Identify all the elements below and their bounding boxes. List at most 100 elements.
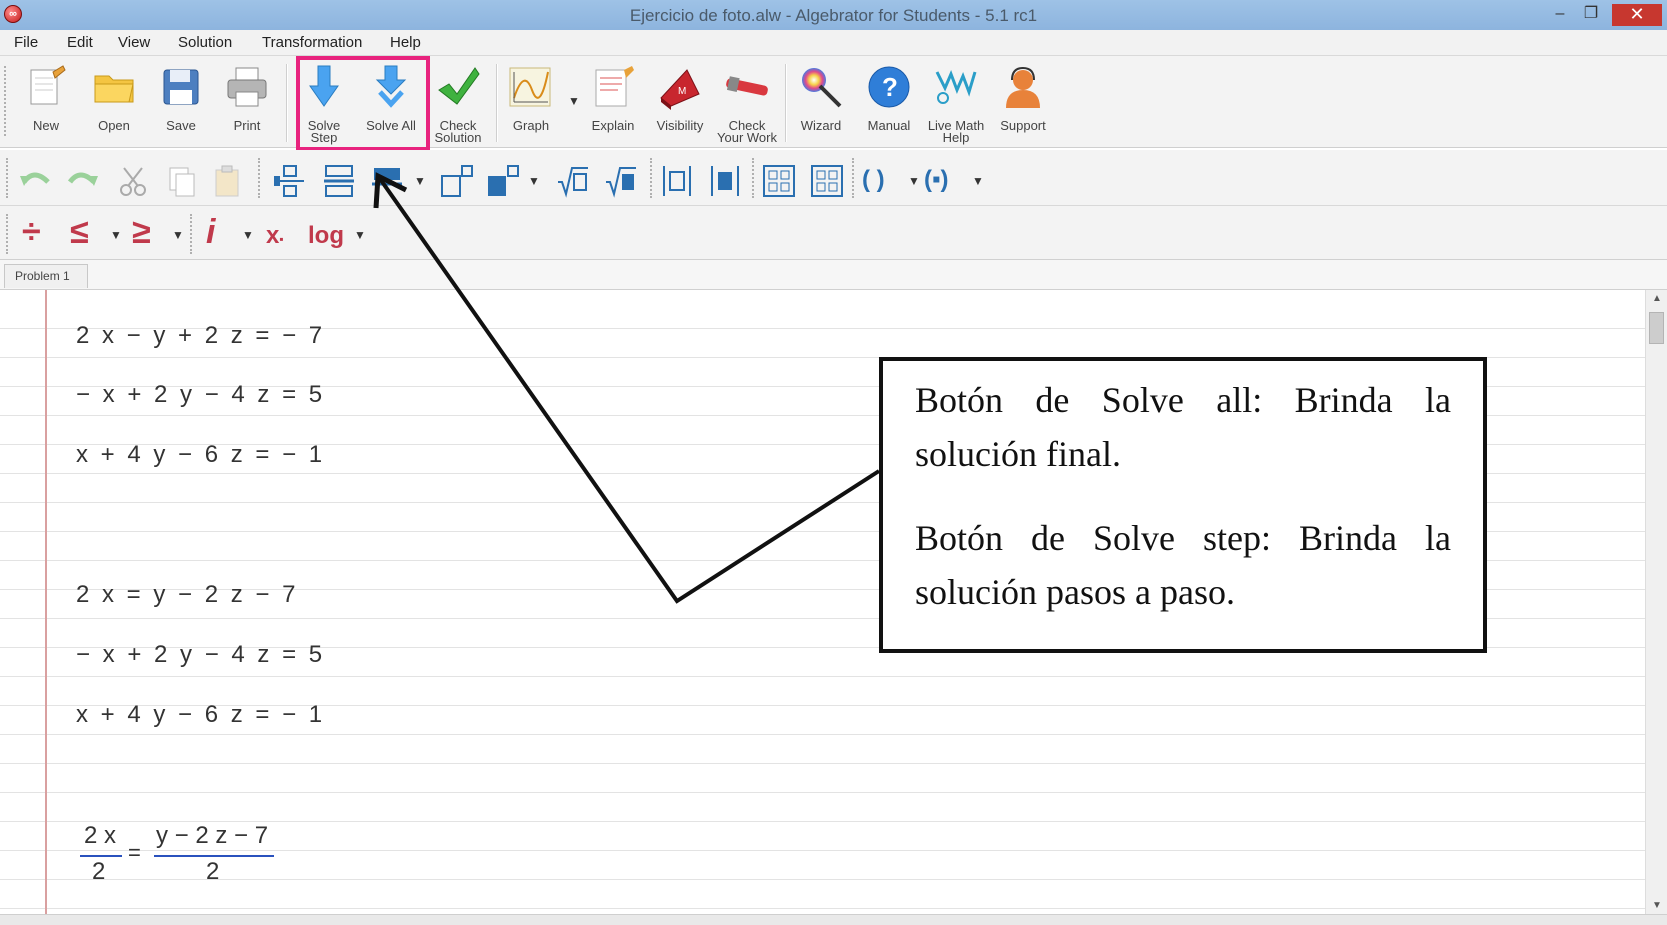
matrix-filled-icon[interactable] — [810, 164, 844, 198]
equation-line[interactable]: x + 4 y − 6 z = − 1 — [76, 441, 325, 469]
fraction-right-numerator: y − 2 z − 7 — [156, 822, 269, 849]
bracket-dropdown-icon[interactable]: ▼ — [972, 174, 984, 188]
redo-icon[interactable] — [66, 164, 100, 198]
annotation-solve-step-text: Botón de Solve step: Brinda la solución … — [915, 518, 1451, 612]
menu-help[interactable]: Help — [390, 34, 421, 51]
less-equal-dropdown-icon[interactable]: ▼ — [110, 228, 122, 242]
fraction-split-icon[interactable] — [272, 164, 306, 198]
matrix-icon[interactable] — [762, 164, 796, 198]
problem-tabs: Problem 1 — [0, 260, 1667, 290]
main-toolbar: New Open Save Print Solve Step Solve All… — [0, 56, 1667, 148]
scroll-up-arrow-icon[interactable]: ▲ — [1646, 290, 1667, 308]
cut-icon[interactable] — [116, 164, 150, 198]
support-person-icon — [1006, 66, 1040, 108]
equation-line[interactable]: − x + 2 y − 4 z = 5 — [76, 641, 325, 669]
check-solution-label: Check Solution — [421, 119, 495, 145]
toolbar-grip — [190, 214, 194, 254]
scroll-down-arrow-icon[interactable]: ▼ — [1646, 897, 1667, 915]
manual-button[interactable]: ? Manual — [858, 60, 920, 144]
imaginary-button[interactable]: i — [206, 214, 215, 250]
toolbar-grip — [258, 158, 262, 198]
check-your-work-button[interactable]: Check Your Work — [716, 60, 778, 144]
help-question-icon: ? — [868, 66, 910, 108]
parentheses-button[interactable]: ( ) — [862, 166, 885, 194]
menu-file[interactable]: File — [14, 34, 38, 51]
log-button[interactable]: log — [308, 222, 344, 250]
power-icon[interactable] — [486, 164, 520, 198]
less-equal-button[interactable]: ≤ — [70, 214, 89, 250]
graph-dropdown-icon[interactable]: ▼ — [568, 94, 580, 108]
folder-icon — [94, 75, 134, 103]
menu-edit[interactable]: Edit — [67, 34, 93, 51]
fraction-left-denominator: 2 — [92, 858, 106, 885]
graph-icon — [509, 67, 551, 107]
explain-label: Explain — [591, 118, 635, 133]
menu-solution[interactable]: Solution — [178, 34, 232, 51]
fraction-equation[interactable]: 2 x 2 = y − 2 z − 7 2 — [80, 822, 280, 892]
new-button[interactable]: New — [15, 60, 77, 144]
subscript-marker-icon: ▪ — [279, 232, 284, 246]
save-button[interactable]: Save — [150, 60, 212, 144]
fraction-icon[interactable] — [322, 164, 356, 198]
bracket-button[interactable]: (▪) — [924, 166, 949, 194]
minimize-button[interactable]: ‒ — [1545, 4, 1575, 26]
manual-label: Manual — [867, 118, 911, 133]
open-label: Open — [98, 118, 130, 133]
fraction-dropdown-icon[interactable]: ▼ — [414, 174, 426, 188]
nth-root-icon[interactable] — [604, 164, 638, 198]
power-dropdown-icon[interactable]: ▼ — [528, 174, 540, 188]
vertical-scrollbar[interactable]: ▲ ▼ — [1645, 290, 1667, 915]
live-math-help-icon — [935, 69, 977, 104]
absolute-value-filled-icon[interactable] — [708, 164, 742, 198]
equation-line[interactable]: x + 4 y − 6 z = − 1 — [76, 701, 325, 729]
maximize-button[interactable]: ❐ — [1576, 4, 1606, 26]
menu-view[interactable]: View — [118, 34, 150, 51]
subscript-button[interactable]: x▪ — [266, 222, 284, 250]
support-button[interactable]: Support — [992, 60, 1054, 144]
equation-line[interactable]: − x + 2 y − 4 z = 5 — [76, 381, 325, 409]
parentheses-dropdown-icon[interactable]: ▼ — [908, 174, 920, 188]
graph-label: Graph — [512, 118, 550, 133]
log-dropdown-icon[interactable]: ▼ — [354, 228, 366, 242]
live-math-help-button[interactable]: Live Math Help — [925, 60, 987, 144]
fraction-right-denominator: 2 — [206, 858, 220, 885]
mixed-fraction-icon[interactable] — [370, 164, 404, 198]
check-solution-button[interactable]: Check Solution — [427, 60, 489, 144]
scroll-thumb[interactable] — [1649, 312, 1664, 344]
save-label: Save — [166, 118, 196, 133]
graph-button[interactable]: Graph — [500, 60, 562, 144]
menu-transformation[interactable]: Transformation — [262, 34, 362, 51]
wizard-label: Wizard — [800, 118, 842, 133]
visibility-button[interactable]: M Visibility — [649, 60, 711, 144]
open-button[interactable]: Open — [83, 60, 145, 144]
live-math-help-label: Live Math Help — [919, 119, 993, 145]
check-solution-label-line2: Solution — [434, 130, 482, 145]
absolute-value-icon[interactable] — [660, 164, 694, 198]
explain-button[interactable]: Explain — [582, 60, 644, 144]
wizard-button[interactable]: Wizard — [790, 60, 852, 144]
greater-equal-dropdown-icon[interactable]: ▼ — [172, 228, 184, 242]
new-label: New — [32, 118, 59, 133]
undo-icon[interactable] — [18, 164, 52, 198]
annotation-callout: Botón de Solve all: Brinda la solución f… — [879, 357, 1487, 653]
square-root-icon[interactable] — [556, 164, 590, 198]
menu-bar: File Edit View Solution Transformation H… — [0, 30, 1667, 56]
imaginary-dropdown-icon[interactable]: ▼ — [242, 228, 254, 242]
superscript-icon[interactable] — [440, 164, 474, 198]
equation-line[interactable]: 2 x = y − 2 z − 7 — [76, 581, 298, 609]
toolbar-grip — [6, 158, 10, 198]
greater-equal-button[interactable]: ≥ — [132, 214, 151, 250]
tab-problem-1[interactable]: Problem 1 — [4, 264, 88, 288]
copy-icon[interactable] — [164, 164, 198, 198]
print-label: Print — [233, 118, 261, 133]
toolbar-grip — [650, 158, 654, 198]
paste-icon[interactable] — [210, 164, 244, 198]
close-button[interactable]: ✕ — [1612, 4, 1662, 26]
equation-line[interactable]: 2 x − y + 2 z = − 7 — [76, 322, 325, 350]
visibility-label: Visibility — [656, 118, 704, 133]
divide-button[interactable]: ÷ — [22, 214, 41, 250]
live-math-help-label-line2: Help — [942, 130, 970, 145]
visibility-book-icon: M — [660, 69, 700, 110]
print-button[interactable]: Print — [216, 60, 278, 144]
fraction-bar — [154, 855, 274, 857]
